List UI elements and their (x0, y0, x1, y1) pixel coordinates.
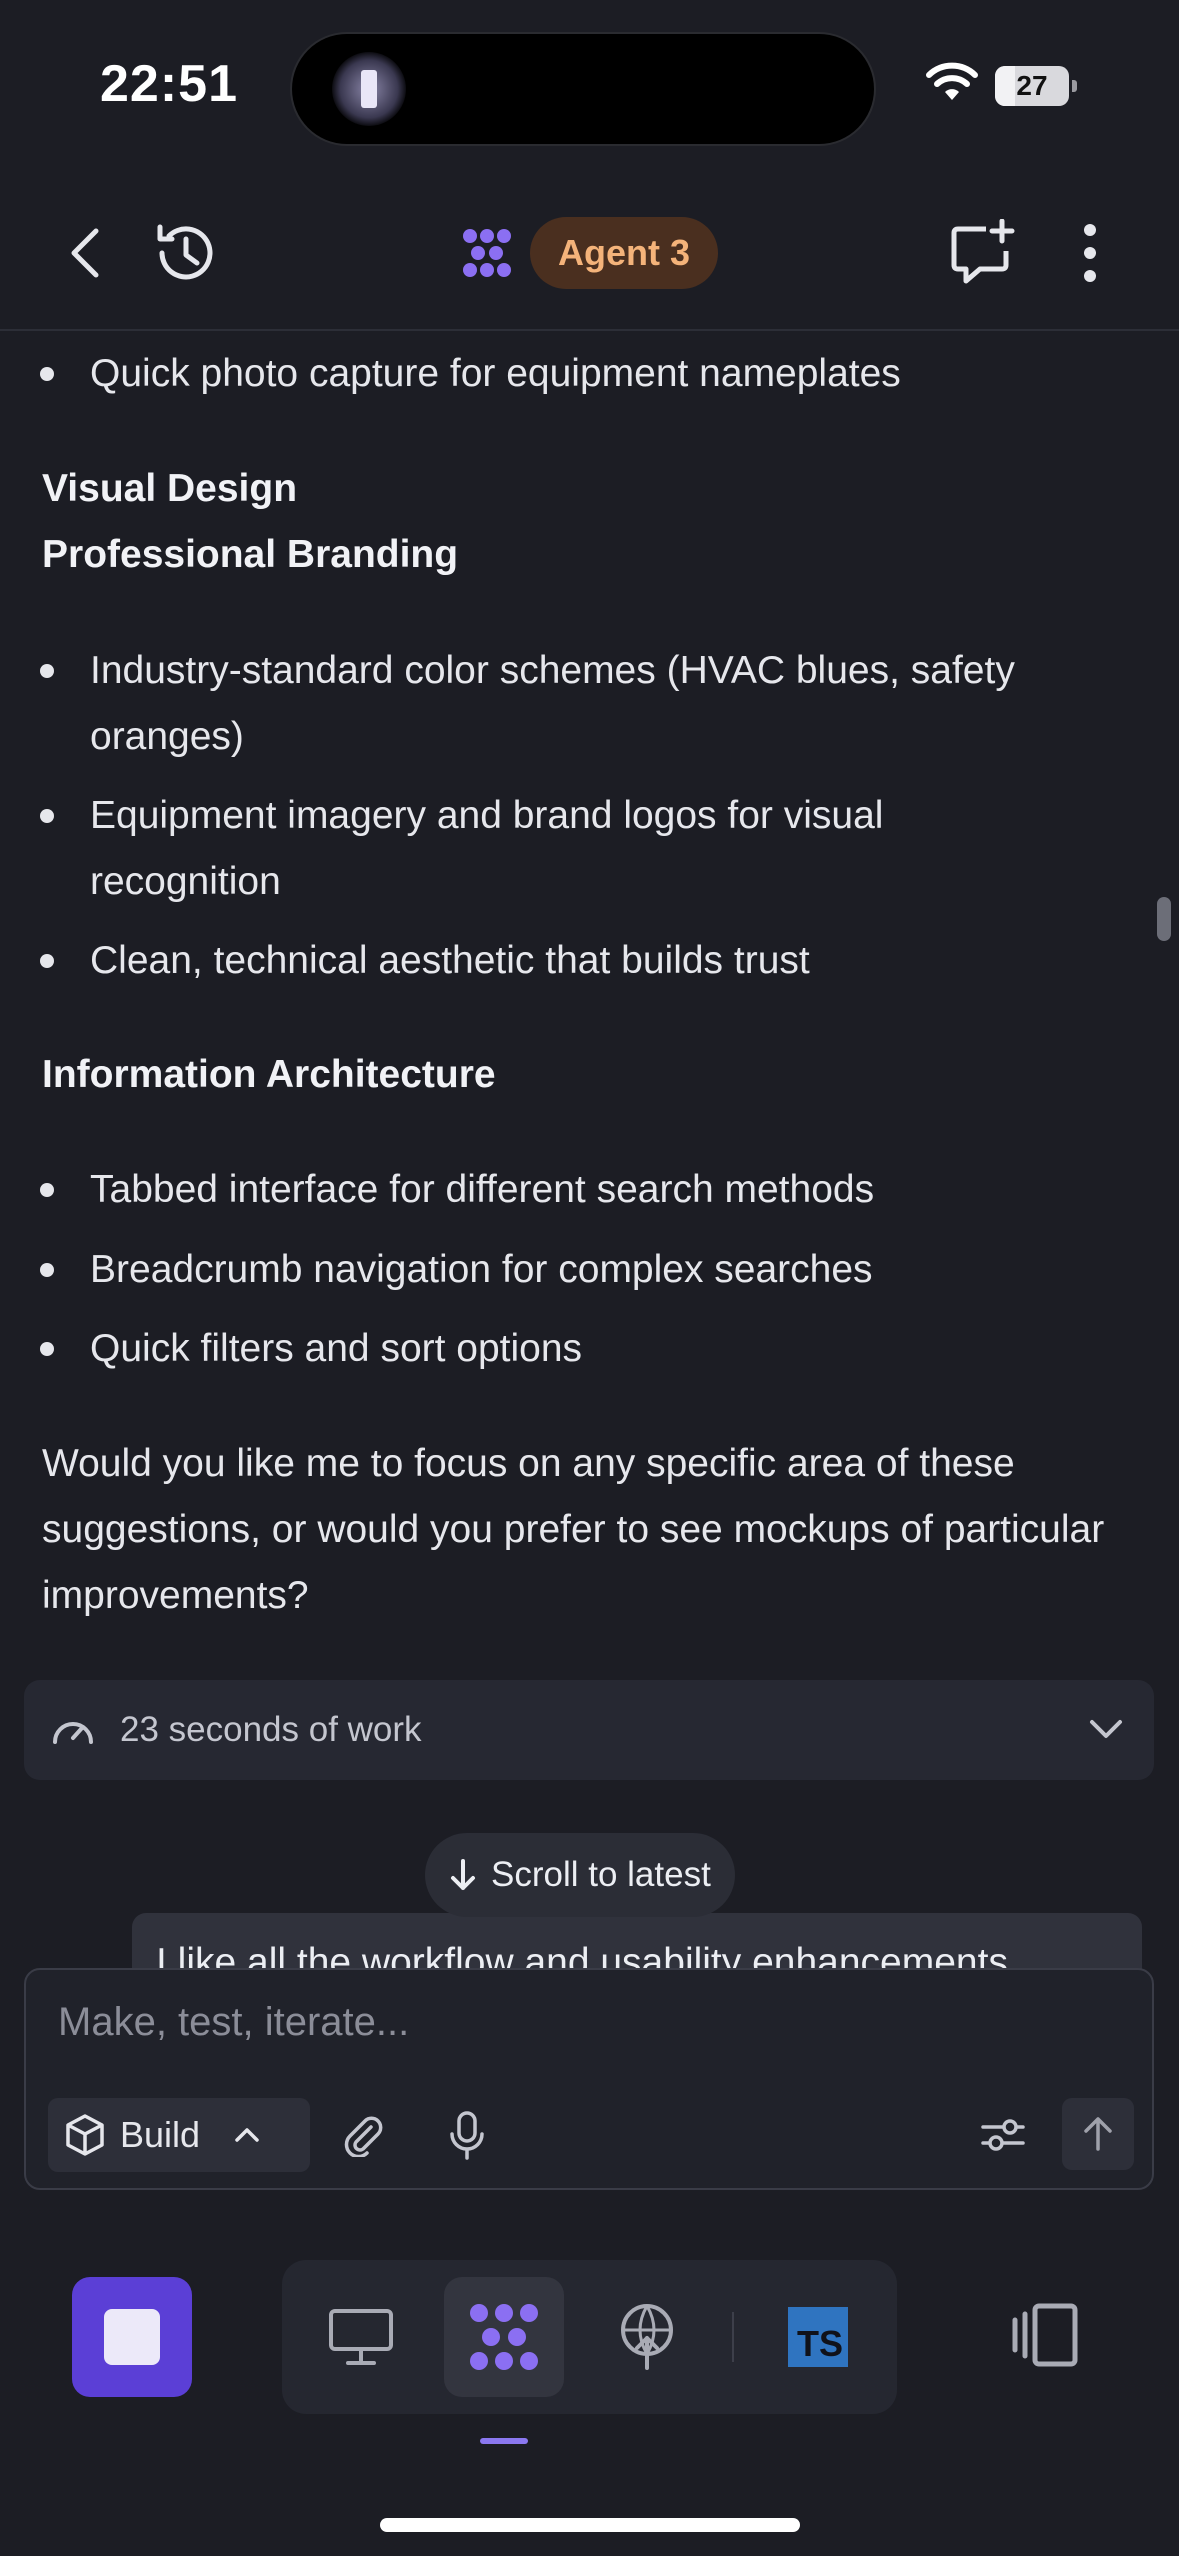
gauge-icon (53, 1722, 93, 1744)
list-item: Clean, technical aesthetic that builds t… (40, 928, 1110, 994)
work-summary[interactable]: 23 seconds of work (24, 1680, 1154, 1780)
history-icon (157, 224, 213, 280)
list-item: Quick filters and sort options (40, 1316, 1110, 1382)
history-button[interactable] (146, 213, 226, 293)
arrow-up-icon (1084, 2117, 1112, 2151)
sliders-icon (981, 2119, 1025, 2151)
dynamic-island (292, 34, 874, 144)
microphone-button[interactable] (430, 2098, 504, 2172)
status-bar: 22:51 27 (0, 0, 1179, 175)
chevron-down-icon (1090, 1720, 1122, 1738)
panel-icon (1012, 2303, 1078, 2367)
tab-deploy[interactable] (587, 2277, 707, 2397)
tab-divider (732, 2312, 734, 2362)
battery-level: 27 (1016, 70, 1048, 101)
closing-paragraph: Would you like me to focus on any specif… (42, 1442, 1105, 1617)
tab-typescript-file[interactable]: TS (758, 2277, 878, 2397)
stop-button[interactable] (72, 2277, 192, 2397)
new-chat-button[interactable] (942, 213, 1022, 293)
list-item: Quick photo capture for equipment namepl… (40, 341, 1110, 407)
send-button[interactable] (1062, 2098, 1134, 2170)
status-time: 22:51 (100, 55, 238, 113)
composer: Make, test, iterate... Build (24, 1968, 1154, 2190)
agent-logo-icon (463, 229, 511, 277)
heading-information-architecture: Information Architecture (42, 1053, 496, 1096)
wifi-icon (926, 62, 978, 100)
home-indicator (380, 2518, 800, 2532)
top-nav: Agent 3 (0, 175, 1179, 331)
agent-selector[interactable]: Agent 3 (460, 217, 719, 289)
microphone-icon (450, 2111, 484, 2160)
list-item: Tabbed interface for different search me… (40, 1157, 1110, 1223)
battery-indicator: 27 (995, 66, 1077, 106)
mode-label: Build (120, 2114, 201, 2155)
back-icon (71, 228, 99, 278)
more-button[interactable] (1070, 213, 1110, 293)
list-item: Equipment imagery and brand logos for vi… (40, 783, 1050, 915)
stop-icon (104, 2309, 160, 2365)
new-chat-icon (951, 219, 1015, 284)
workspace-tabbar: TS (282, 2260, 897, 2414)
chevron-up-icon (235, 2128, 259, 2142)
scroll-to-latest-label: Scroll to latest (491, 1855, 711, 1894)
heading-professional-branding: Professional Branding (42, 533, 459, 576)
message-input[interactable]: Make, test, iterate... (58, 2000, 409, 2045)
tab-agent[interactable] (444, 2277, 564, 2397)
list-item: Industry-standard color schemes (HVAC bl… (40, 638, 1110, 770)
attach-button[interactable] (326, 2098, 400, 2172)
back-button[interactable] (50, 217, 122, 289)
cube-icon (66, 2114, 104, 2156)
active-tab-indicator (480, 2438, 528, 2444)
scroll-to-latest-button[interactable]: Scroll to latest (425, 1833, 735, 1917)
tab-preview[interactable] (301, 2277, 421, 2397)
settings-sliders-button[interactable] (966, 2098, 1040, 2172)
scrollbar-thumb[interactable] (1157, 897, 1171, 941)
monitor-icon (329, 2309, 393, 2365)
flashlight-icon (332, 52, 406, 126)
panel-toggle-button[interactable] (1005, 2300, 1085, 2375)
typescript-icon: TS (788, 2307, 848, 2367)
heading-visual-design: Visual Design (42, 467, 298, 510)
more-icon (1084, 224, 1096, 282)
mode-selector-button[interactable]: Build (48, 2098, 310, 2172)
work-summary-label: 23 seconds of work (120, 1710, 422, 1749)
agent-badge: Agent 3 (530, 217, 719, 289)
arrow-down-icon (451, 1859, 475, 1890)
typescript-label: TS (796, 2323, 843, 2364)
paperclip-icon (344, 2116, 383, 2157)
agent-icon (470, 2304, 538, 2370)
list-item: Breadcrumb navigation for complex search… (40, 1237, 1110, 1303)
deploy-icon (621, 2304, 673, 2370)
